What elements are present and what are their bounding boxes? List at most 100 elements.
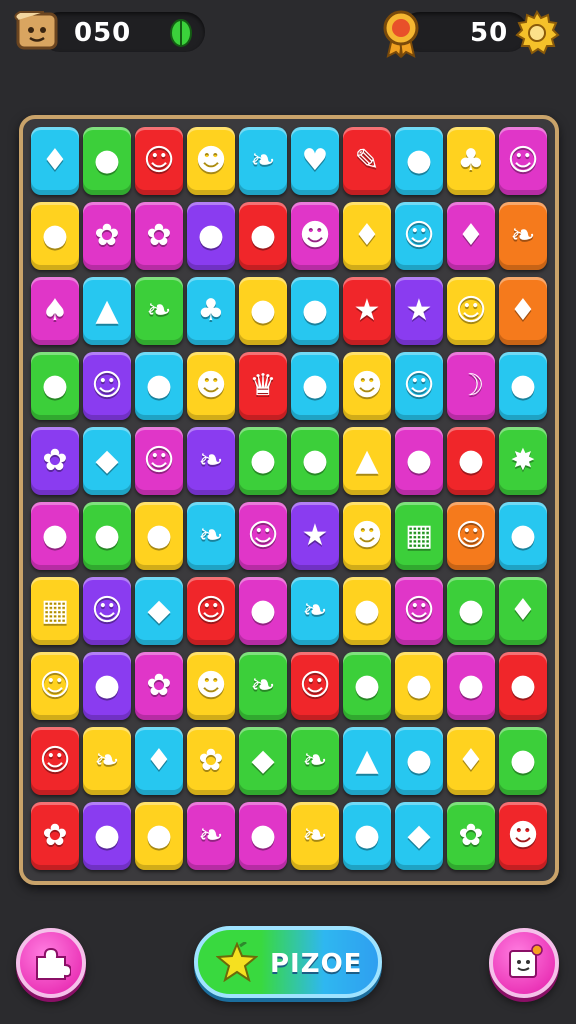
- tile[interactable]: ☺: [447, 277, 495, 345]
- tile[interactable]: ●: [395, 727, 443, 795]
- tile[interactable]: ▲: [343, 727, 391, 795]
- tile[interactable]: ❧: [499, 202, 547, 270]
- tile[interactable]: ✎: [343, 127, 391, 195]
- tile[interactable]: ●: [291, 427, 339, 495]
- tile[interactable]: ✸: [499, 427, 547, 495]
- tile[interactable]: ❧: [239, 652, 287, 720]
- tile[interactable]: ●: [239, 577, 287, 645]
- tile[interactable]: ◆: [395, 802, 443, 870]
- tile[interactable]: ●: [187, 202, 235, 270]
- tile[interactable]: ☻: [343, 352, 391, 420]
- tile[interactable]: ☺: [499, 127, 547, 195]
- tile[interactable]: ◆: [239, 727, 287, 795]
- tile[interactable]: ☺: [135, 127, 183, 195]
- tile[interactable]: ●: [31, 352, 79, 420]
- tile[interactable]: ●: [499, 652, 547, 720]
- tile[interactable]: ♦: [31, 127, 79, 195]
- tile[interactable]: ●: [499, 502, 547, 570]
- tile[interactable]: ❧: [239, 127, 287, 195]
- tile[interactable]: ●: [291, 277, 339, 345]
- tile[interactable]: ●: [239, 202, 287, 270]
- tile[interactable]: ●: [499, 352, 547, 420]
- tile[interactable]: ●: [447, 427, 495, 495]
- tile[interactable]: ☻: [187, 652, 235, 720]
- tile[interactable]: ●: [395, 427, 443, 495]
- tile[interactable]: ☽: [447, 352, 495, 420]
- tile[interactable]: ✿: [447, 802, 495, 870]
- puzzle-button[interactable]: [16, 928, 86, 998]
- tile[interactable]: ♦: [343, 202, 391, 270]
- tile[interactable]: ▦: [395, 502, 443, 570]
- tile[interactable]: ▲: [343, 427, 391, 495]
- tile[interactable]: ●: [395, 652, 443, 720]
- tile[interactable]: ♦: [447, 202, 495, 270]
- tile[interactable]: ❧: [187, 427, 235, 495]
- tile[interactable]: ✿: [31, 427, 79, 495]
- tile[interactable]: ●: [135, 802, 183, 870]
- tile[interactable]: ❧: [83, 727, 131, 795]
- tile[interactable]: ☻: [187, 127, 235, 195]
- tile[interactable]: ♠: [31, 277, 79, 345]
- tile[interactable]: ◆: [135, 577, 183, 645]
- tile[interactable]: ★: [395, 277, 443, 345]
- tile[interactable]: ●: [343, 652, 391, 720]
- tile[interactable]: ●: [395, 127, 443, 195]
- tile[interactable]: ●: [135, 502, 183, 570]
- tile[interactable]: ●: [83, 502, 131, 570]
- tile[interactable]: ✿: [83, 202, 131, 270]
- tile[interactable]: ●: [343, 802, 391, 870]
- tile[interactable]: ❧: [187, 802, 235, 870]
- tile[interactable]: ☻: [499, 802, 547, 870]
- tile[interactable]: ●: [83, 652, 131, 720]
- tile[interactable]: ❧: [135, 277, 183, 345]
- tile[interactable]: ●: [447, 652, 495, 720]
- tile[interactable]: ◆: [83, 427, 131, 495]
- tile[interactable]: ●: [31, 202, 79, 270]
- tile[interactable]: ✿: [135, 652, 183, 720]
- tile[interactable]: ●: [291, 352, 339, 420]
- tile[interactable]: ❧: [291, 577, 339, 645]
- tile[interactable]: ☻: [291, 202, 339, 270]
- play-button[interactable]: PIZOE: [194, 926, 382, 998]
- tile[interactable]: ✿: [187, 727, 235, 795]
- tile[interactable]: ●: [239, 427, 287, 495]
- tile[interactable]: ▦: [31, 577, 79, 645]
- tile[interactable]: ✿: [135, 202, 183, 270]
- tile[interactable]: ☺: [31, 652, 79, 720]
- tile[interactable]: ☻: [343, 502, 391, 570]
- tile[interactable]: ❧: [291, 727, 339, 795]
- tile[interactable]: ☺: [447, 502, 495, 570]
- tile[interactable]: ❧: [291, 802, 339, 870]
- tile[interactable]: ▲: [83, 277, 131, 345]
- tile[interactable]: ●: [83, 802, 131, 870]
- tile[interactable]: ♦: [499, 277, 547, 345]
- tile[interactable]: ☺: [83, 352, 131, 420]
- tile[interactable]: ●: [447, 577, 495, 645]
- tile[interactable]: ●: [83, 127, 131, 195]
- tile[interactable]: ♣: [447, 127, 495, 195]
- tile[interactable]: ☺: [31, 727, 79, 795]
- tile[interactable]: ★: [291, 502, 339, 570]
- tile[interactable]: ♦: [135, 727, 183, 795]
- cube-button[interactable]: [489, 928, 559, 998]
- tile[interactable]: ❧: [187, 502, 235, 570]
- gear-icon[interactable]: [514, 10, 560, 56]
- tile[interactable]: ☺: [395, 352, 443, 420]
- tile[interactable]: ●: [239, 277, 287, 345]
- tile[interactable]: ●: [239, 802, 287, 870]
- tile[interactable]: ♦: [499, 577, 547, 645]
- tile[interactable]: ●: [135, 352, 183, 420]
- tile[interactable]: ♥: [291, 127, 339, 195]
- tile[interactable]: ☻: [187, 352, 235, 420]
- tile[interactable]: ♛: [239, 352, 287, 420]
- tile[interactable]: ●: [31, 502, 79, 570]
- tile[interactable]: ★: [343, 277, 391, 345]
- tile[interactable]: ☺: [395, 202, 443, 270]
- tile[interactable]: ●: [343, 577, 391, 645]
- tile[interactable]: ☺: [83, 577, 131, 645]
- tile[interactable]: ☺: [291, 652, 339, 720]
- tile[interactable]: ☺: [239, 502, 287, 570]
- tile[interactable]: ♦: [447, 727, 495, 795]
- tile[interactable]: ♣: [187, 277, 235, 345]
- tile[interactable]: ●: [499, 727, 547, 795]
